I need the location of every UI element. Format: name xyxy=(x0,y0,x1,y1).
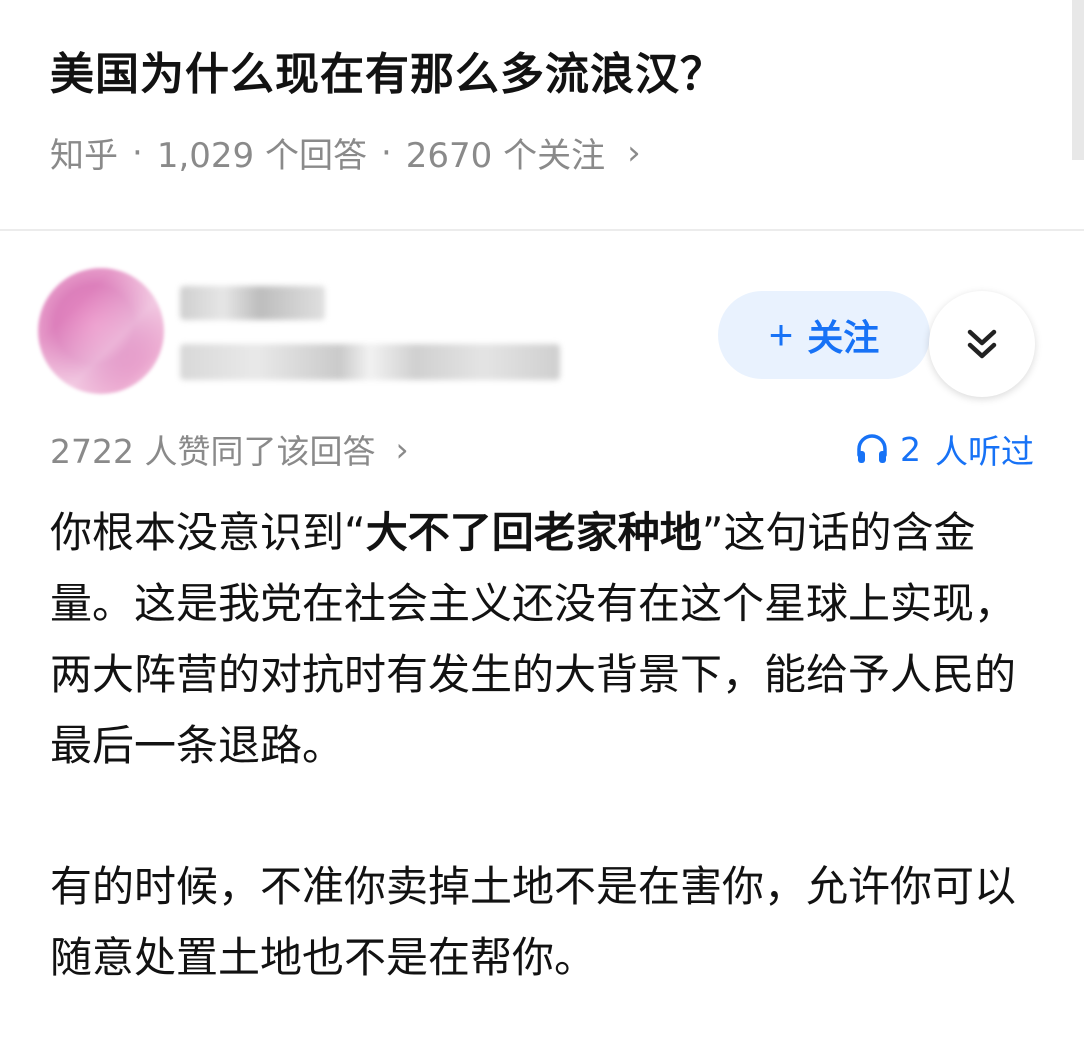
answer-count: 1,029 个回答 xyxy=(156,136,367,176)
listen-count[interactable]: 2 人听过 xyxy=(854,425,1034,473)
question-meta[interactable]: 知乎 · 1,029 个回答 · 2670 个关注 › xyxy=(50,128,641,177)
double-chevron-down-icon xyxy=(967,329,997,359)
upvote-text: 2722 人赞同了该回答 xyxy=(50,432,376,471)
answer-text: 你根本没意识到“ xyxy=(50,508,366,557)
scrollbar[interactable] xyxy=(1072,0,1084,160)
answer-body: 你根本没意识到“大不了回老家种地”这句话的含金量。这是我党在社会主义还没有在这个… xyxy=(50,497,1040,993)
divider xyxy=(0,229,1084,231)
answer-paragraph: 你根本没意识到“大不了回老家种地”这句话的含金量。这是我党在社会主义还没有在这个… xyxy=(50,497,1040,781)
separator-dot: · xyxy=(132,132,143,173)
answer-paragraph: 有的时候，不准你卖掉土地不是在害你，允许你可以随意处置土地也不是在帮你。 xyxy=(50,862,1017,982)
follow-label: 关注 xyxy=(807,317,880,358)
chevron-right-icon: › xyxy=(395,429,409,469)
listen-number: 2 xyxy=(900,429,921,469)
answer-bold-text: 大不了回老家种地 xyxy=(365,508,702,557)
chevron-right-icon: › xyxy=(627,132,641,173)
headphones-icon xyxy=(857,434,887,463)
author-bio-blurred xyxy=(180,344,560,380)
follow-button[interactable]: + 关注 xyxy=(718,291,930,379)
listen-label: 人听过 xyxy=(935,432,1034,471)
question-title[interactable]: 美国为什么现在有那么多流浪汉？ xyxy=(50,38,725,102)
follower-count: 2670 个关注 xyxy=(405,136,606,176)
separator-dot: · xyxy=(380,132,392,173)
expand-button[interactable] xyxy=(929,291,1035,397)
plus-icon: + xyxy=(768,311,794,358)
author-name-blurred[interactable] xyxy=(180,286,325,320)
upvote-summary[interactable]: 2722 人赞同了该回答 › xyxy=(50,425,409,473)
source-label: 知乎 xyxy=(50,136,118,176)
avatar[interactable] xyxy=(38,268,164,394)
